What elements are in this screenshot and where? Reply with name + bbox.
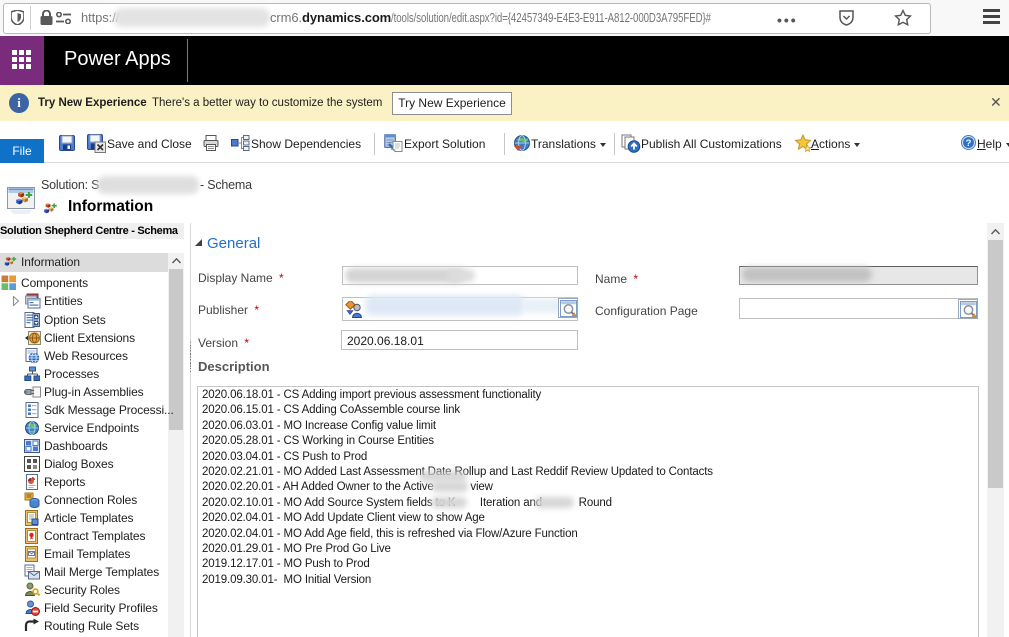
svg-text:?: ?	[966, 138, 972, 149]
